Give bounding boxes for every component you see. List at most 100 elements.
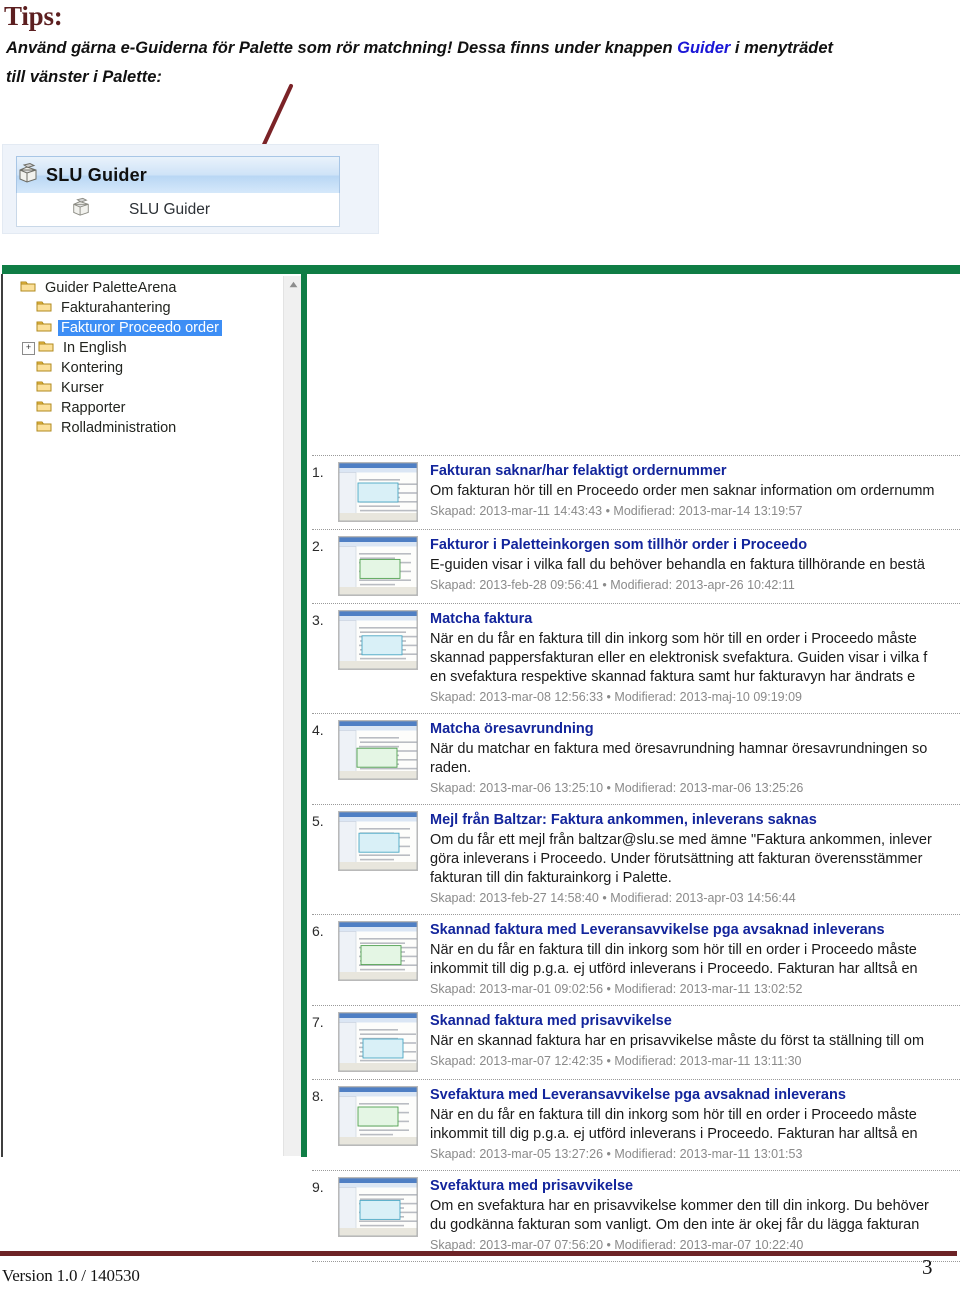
guide-list-item[interactable]: 7. Skannad faktura med prisavvikelse När e…	[312, 1005, 960, 1079]
guide-description-line: När en skannad faktura har en prisavvike…	[430, 1033, 925, 1049]
tree-item-2[interactable]: Fakturor Proceedo order	[6, 318, 278, 338]
guide-timestamps: Skapad: 2013-mar-05 13:27:26 • Modifiera…	[430, 1147, 803, 1161]
scroll-up-arrow-icon[interactable]	[284, 276, 302, 293]
guide-text-block: Svefaktura med prisavvikelse Om en svefak…	[430, 1177, 960, 1254]
guide-list-item[interactable]: 2. Fakturor i Paletteinkorgen som tillhör…	[312, 529, 960, 603]
folder-icon	[36, 379, 52, 398]
guide-index-number: 1.	[312, 464, 324, 480]
guide-title-link[interactable]: Svefaktura med Leveransavvikelse pga avs…	[430, 1086, 960, 1105]
tree-item-label: Kurser	[61, 380, 104, 396]
guide-description-line: När en du får en faktura till din inkorg…	[430, 1107, 917, 1123]
tree-item-label: Fakturor Proceedo order	[58, 320, 222, 336]
guide-thumbnail-image[interactable]	[338, 720, 418, 780]
tree-item-label: Rolladministration	[61, 420, 177, 436]
guide-list: 1. Fakturan saknar/har felaktigt ordernum…	[312, 455, 960, 1262]
palette-guides-panel: Guider PaletteArena Fakturahantering Faktu…	[0, 265, 960, 1262]
guide-thumbnail-image[interactable]	[338, 462, 418, 522]
panel-vertical-divider	[301, 274, 307, 1157]
guide-timestamps: Skapad: 2013-mar-07 12:42:35 • Modifiera…	[430, 1054, 802, 1068]
tree-item-label: Rapporter	[61, 400, 126, 416]
guide-description-line: inkommit till dig p.g.a. ej utförd inlev…	[430, 961, 918, 977]
footer-version: Version 1.0 / 140530	[2, 1266, 140, 1285]
guide-thumbnail-image[interactable]	[338, 921, 418, 981]
guide-text-block: Skannad faktura med prisavvikelse När en …	[430, 1012, 960, 1072]
guide-list-item[interactable]: 9. Svefaktura med prisavvikelse Om en svef…	[312, 1170, 960, 1262]
guide-title-link[interactable]: Matcha öresavrundning	[430, 720, 960, 739]
guider-highlight-word: Guider	[677, 39, 731, 57]
guide-title-link[interactable]: Skannad faktura med prisavvikelse	[430, 1012, 960, 1031]
guide-index-number: 4.	[312, 722, 324, 738]
tips-paragraph-line1: Använd gärna e-Guiderna för Palette som …	[6, 34, 958, 63]
tree-item-1[interactable]: Fakturahantering	[6, 298, 278, 318]
guide-description-line: skannad pappersfakturan eller en elektro…	[430, 650, 928, 666]
guide-thumbnail-image[interactable]	[338, 1086, 418, 1146]
guide-index-number: 5.	[312, 813, 324, 829]
footer-rule	[0, 1251, 957, 1256]
document-header: Tips: Använd gärna e-Guiderna för Palett…	[0, 0, 960, 92]
guide-timestamps: Skapad: 2013-mar-01 09:02:56 • Modifiera…	[430, 982, 803, 996]
expand-toggle-icon[interactable]: +	[22, 341, 35, 355]
tree-item-7[interactable]: Rolladministration	[6, 418, 278, 438]
guide-description-line: E-guiden visar i vilka fall du behöver b…	[430, 557, 925, 573]
tree-item-5[interactable]: Kurser	[6, 378, 278, 398]
guide-list-item[interactable]: 6. Skannad faktura med Leveransavvikelse …	[312, 914, 960, 1005]
guide-index-number: 8.	[312, 1088, 324, 1104]
guide-thumbnail-image[interactable]	[338, 536, 418, 596]
guide-thumbnail-image[interactable]	[338, 610, 418, 670]
guide-description-line: Om du får ett mejl från baltzar@slu.se m…	[430, 832, 932, 848]
tree-item-3[interactable]: + In English	[6, 338, 278, 358]
guide-description-line: När du matchar en faktura med öresavrund…	[430, 741, 928, 757]
guide-thumbnail-image[interactable]	[338, 811, 418, 871]
guide-list-item[interactable]: 5. Mejl från Baltzar: Faktura ankommen, i…	[312, 804, 960, 914]
tree-item-label: In English	[63, 340, 127, 356]
guide-title-link[interactable]: Fakturan saknar/har felaktigt ordernumme…	[430, 462, 960, 481]
guide-title-link[interactable]: Matcha faktura	[430, 610, 960, 629]
slu-guider-header-button[interactable]: SLU Guider	[16, 156, 340, 195]
guide-description-line: När en du får en faktura till din inkorg…	[430, 942, 917, 958]
guide-index-number: 6.	[312, 923, 324, 939]
guide-description-line: Om en svefaktura har en prisavvikelse ko…	[430, 1198, 929, 1214]
guide-description-line: du godkänna fakturan som vanligt. Om den…	[430, 1217, 920, 1233]
guide-title-link[interactable]: Fakturor i Paletteinkorgen som tillhör o…	[430, 536, 960, 555]
folder-icon	[36, 399, 52, 418]
slu-guider-button-block: SLU Guider SLU Guider	[2, 144, 379, 234]
package-box-icon	[71, 197, 91, 222]
guide-title-link[interactable]: Mejl från Baltzar: Faktura ankommen, inl…	[430, 811, 960, 830]
folder-icon	[36, 299, 52, 318]
guide-text-block: Fakturan saknar/har felaktigt ordernumme…	[430, 462, 960, 522]
folder-icon	[36, 359, 52, 378]
guide-list-item[interactable]: 3. Matcha faktura När en du får en faktura…	[312, 603, 960, 713]
guide-thumbnail-image[interactable]	[338, 1177, 418, 1237]
guide-timestamps: Skapad: 2013-mar-06 13:25:10 • Modifiera…	[430, 781, 804, 795]
folder-icon	[38, 339, 54, 358]
guide-title-link[interactable]: Skannad faktura med Leveransavvikelse pg…	[430, 921, 960, 940]
slu-guider-menu-item-label: SLU Guider	[129, 200, 210, 218]
guide-title-link[interactable]: Svefaktura med prisavvikelse	[430, 1177, 960, 1196]
tree-item-label: Guider PaletteArena	[45, 280, 177, 296]
guide-folder-tree[interactable]: Guider PaletteArena Fakturahantering Faktu…	[6, 278, 278, 438]
slu-guider-menu-item[interactable]: SLU Guider	[16, 193, 340, 227]
tree-item-6[interactable]: Rapporter	[6, 398, 278, 418]
guide-thumbnail-image[interactable]	[338, 1012, 418, 1072]
tree-scrollbar[interactable]	[283, 276, 302, 1156]
guide-description-line: raden.	[430, 760, 472, 776]
guide-list-item[interactable]: 8. Svefaktura med Leveransavvikelse pga a…	[312, 1079, 960, 1170]
package-box-icon	[17, 162, 39, 189]
tree-item-0[interactable]: Guider PaletteArena	[6, 278, 278, 298]
guide-text-block: Matcha faktura När en du får en faktura t…	[430, 610, 960, 706]
guide-list-item[interactable]: 4. Matcha öresavrundning När du matchar en…	[312, 713, 960, 804]
guide-text-block: Fakturor i Paletteinkorgen som tillhör o…	[430, 536, 960, 596]
tree-item-4[interactable]: Kontering	[6, 358, 278, 378]
guide-list-item[interactable]: 1. Fakturan saknar/har felaktigt ordernum…	[312, 455, 960, 529]
slu-guider-header-label: SLU Guider	[46, 165, 148, 185]
tree-item-label: Fakturahantering	[61, 300, 171, 316]
guide-description-line: När en du får en faktura till din inkorg…	[430, 631, 917, 647]
guide-timestamps: Skapad: 2013-feb-27 14:58:40 • Modifiera…	[430, 891, 796, 905]
